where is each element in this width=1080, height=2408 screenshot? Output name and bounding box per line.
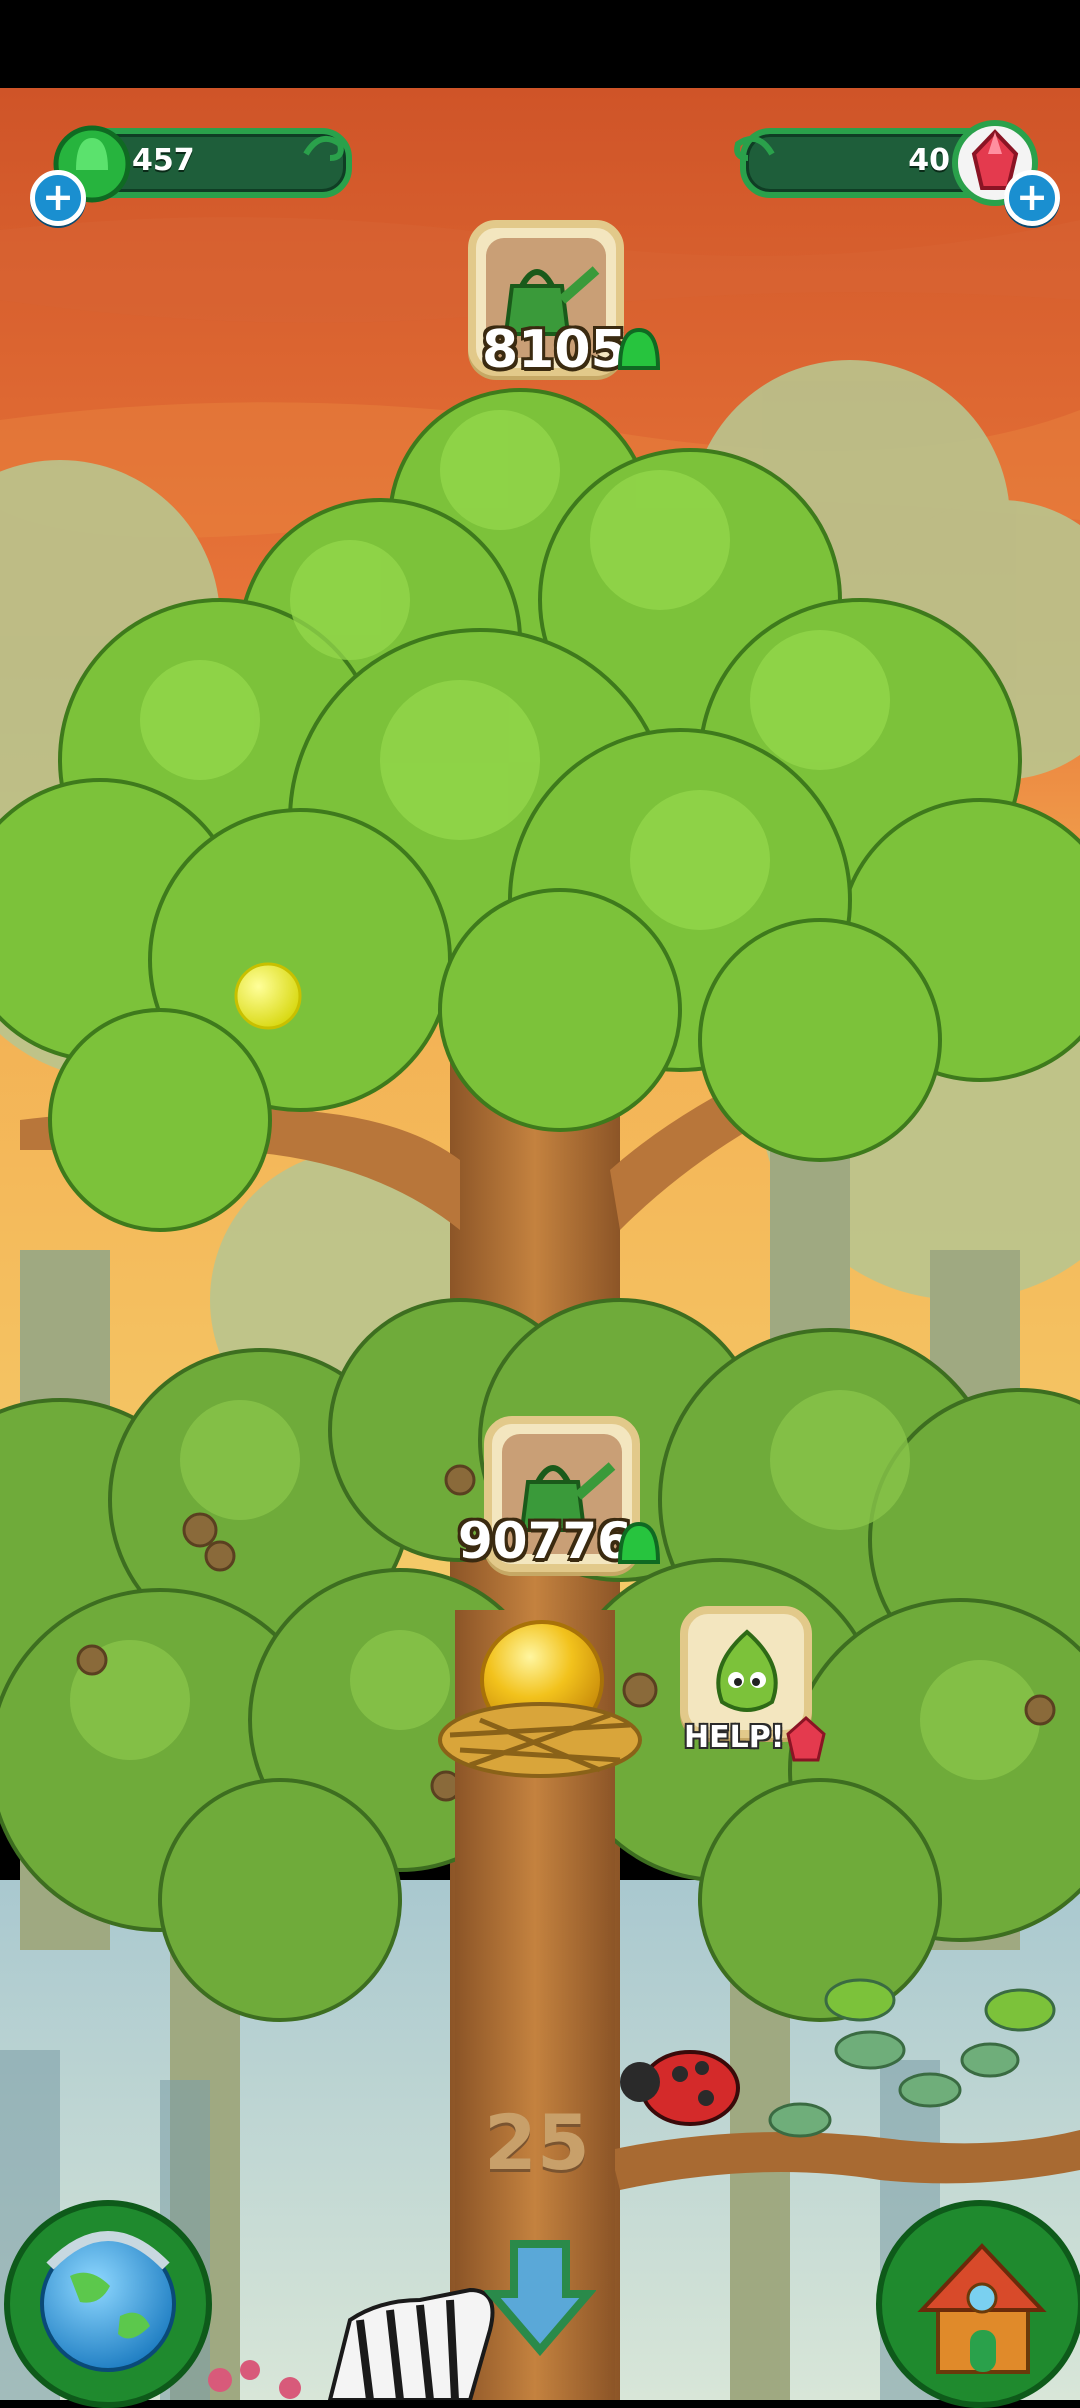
green-drop-icon: [617, 1521, 661, 1564]
scroll-down-button[interactable]: [483, 2238, 597, 2358]
upgrade-cost-mid: 90776: [458, 1512, 632, 1570]
floor-number: 25: [484, 2098, 590, 2187]
add-seeds-button[interactable]: +: [30, 170, 86, 226]
globe-button[interactable]: [4, 2200, 212, 2408]
yellow-orb[interactable]: [234, 962, 302, 1030]
seeds-count: 457: [132, 143, 195, 178]
add-gems-button[interactable]: +: [1004, 170, 1060, 226]
green-drop-icon: [617, 327, 661, 370]
vine-curl-icon: [734, 135, 775, 161]
vine-curl-icon: [303, 135, 344, 161]
down-arrow-icon: [483, 2240, 597, 2357]
home-button[interactable]: [876, 2200, 1080, 2408]
house-icon: [917, 2243, 1047, 2374]
leaf-character-icon: [716, 1629, 778, 1712]
red-gem-icon: [786, 1715, 826, 1762]
upgrade-cost-top: 8105: [482, 320, 627, 380]
help-label: HELP!: [684, 1720, 785, 1755]
gems-count: 40: [908, 143, 950, 178]
globe-icon: [40, 2231, 176, 2372]
